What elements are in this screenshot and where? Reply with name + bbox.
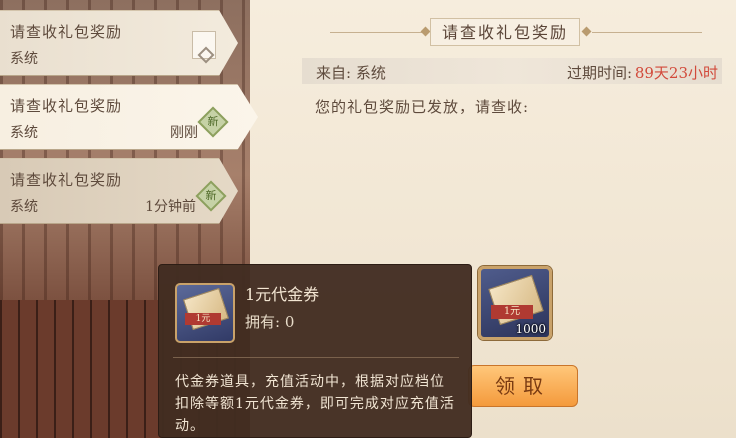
mail-sender: 系统 xyxy=(10,51,38,67)
voucher-tag: 1元 xyxy=(491,305,533,319)
mail-sender: 系统 xyxy=(10,125,38,141)
mail-time: 1分钟前 xyxy=(145,199,196,215)
mail-sender: 系统 xyxy=(10,199,38,215)
mail-item-3[interactable]: 请查收礼包奖励 系统 1分钟前 新 xyxy=(0,158,238,224)
new-badge-icon: 新 xyxy=(195,180,227,212)
page-title: 请查收礼包奖励 xyxy=(430,18,580,46)
mail-info-bar: 来自: 系统 过期时间: 89天23小时 xyxy=(302,58,722,84)
reward-item-slot[interactable]: 1元 1000 xyxy=(478,266,552,340)
mail-item-1[interactable]: 请查收礼包奖励 系统 xyxy=(0,10,238,76)
tooltip-divider xyxy=(173,357,459,358)
voucher-tag: 1元 xyxy=(185,313,221,325)
mail-title: 请查收礼包奖励 xyxy=(10,97,123,115)
mail-title: 请查收礼包奖励 xyxy=(10,171,123,189)
expire-label: 过期时间: xyxy=(566,64,632,82)
header-divider-left xyxy=(330,32,425,33)
tooltip-item-name: 1元代金券 xyxy=(245,285,320,304)
new-badge-icon: 新 xyxy=(197,106,229,138)
tooltip-item-icon: 1元 xyxy=(175,283,235,343)
expire-value: 89天23小时 xyxy=(634,64,718,82)
mail-item-2[interactable]: 请查收礼包奖励 系统 刚刚 新 xyxy=(0,84,258,150)
mail-time: 刚刚 xyxy=(170,125,198,141)
tooltip-description: 代金券道具，充值活动中，根据对应档位扣除等额1元代金券，即可完成对应充值活动。 xyxy=(175,374,455,434)
claim-button[interactable]: 领取 xyxy=(468,365,578,407)
mail-body: 您的礼包奖励已发放，请查收: xyxy=(315,98,530,116)
reward-count: 1000 xyxy=(515,322,546,336)
header-divider-right xyxy=(592,32,702,33)
sender-label: 来自: 系统 xyxy=(316,64,386,82)
mail-title: 请查收礼包奖励 xyxy=(10,23,123,41)
item-tooltip: 1元 1元代金券 拥有: 0 代金券道具，充值活动中，根据对应档位扣除等额1元代… xyxy=(158,264,472,438)
tooltip-owned-count: 拥有: 0 xyxy=(245,313,295,331)
